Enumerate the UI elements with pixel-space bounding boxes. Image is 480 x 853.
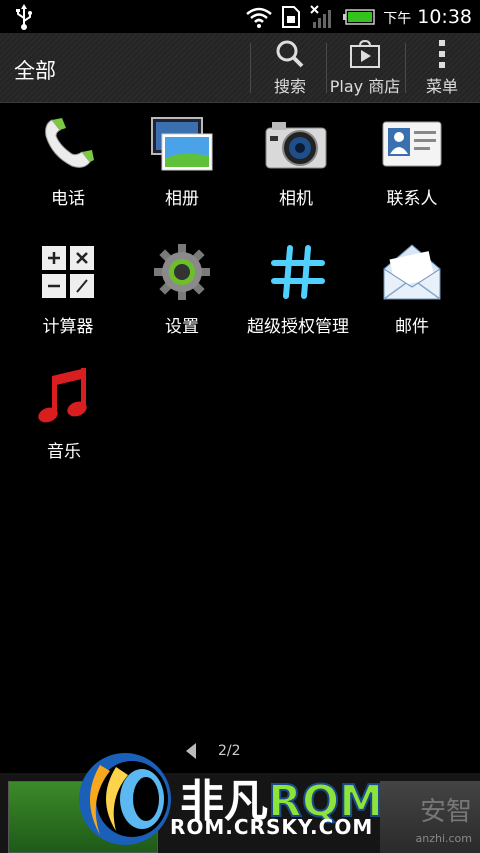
watermark: 非凡RQM ROM.CRSKY.COM xyxy=(70,745,420,853)
gallery-icon xyxy=(150,112,214,176)
search-icon xyxy=(276,40,304,68)
watermark-logo-icon xyxy=(79,753,171,845)
usb-icon xyxy=(16,4,32,30)
phone-icon xyxy=(36,112,100,176)
app-label: 相机 xyxy=(279,189,313,209)
app-music[interactable]: 音乐 xyxy=(4,365,124,475)
mail-icon xyxy=(380,240,444,304)
app-label: 电话 xyxy=(51,189,85,209)
app-gallery[interactable]: 相册 xyxy=(122,112,242,222)
app-label: 计算器 xyxy=(42,317,94,337)
app-phone[interactable]: 电话 xyxy=(8,112,128,222)
divider xyxy=(250,43,251,93)
app-label: 邮件 xyxy=(395,317,429,337)
menu-label: 菜单 xyxy=(425,77,458,96)
app-superuser[interactable]: 超级授权管理 xyxy=(238,240,358,350)
battery-icon xyxy=(343,8,375,25)
music-icon xyxy=(32,365,96,429)
app-label: 设置 xyxy=(165,317,199,337)
app-contacts[interactable]: 联系人 xyxy=(352,112,472,222)
search-label: 搜索 xyxy=(273,77,306,96)
watermark-right-small: anzhi.com xyxy=(415,832,472,845)
app-label: 相册 xyxy=(165,189,199,209)
clock: 下午 10:38 xyxy=(383,5,472,28)
overflow-menu-icon xyxy=(439,40,445,68)
superuser-icon xyxy=(266,240,330,304)
camera-icon xyxy=(264,112,328,176)
app-label: 音乐 xyxy=(47,442,81,462)
app-calculator[interactable]: 计算器 xyxy=(8,240,128,350)
app-label: 超级授权管理 xyxy=(247,317,349,337)
calculator-icon xyxy=(36,240,100,304)
sim-icon xyxy=(282,5,301,28)
play-store-label: Play 商店 xyxy=(329,77,401,96)
divider xyxy=(405,43,406,93)
app-label: 联系人 xyxy=(386,189,438,209)
app-settings[interactable]: 设置 xyxy=(122,240,242,350)
watermark-right-text: 安智 xyxy=(419,797,472,827)
contacts-icon xyxy=(380,112,444,176)
menu-button[interactable]: 菜单 xyxy=(412,33,472,103)
signal-icon xyxy=(310,4,332,28)
search-button[interactable]: 搜索 xyxy=(262,33,318,103)
app-mail[interactable]: 邮件 xyxy=(352,240,472,350)
play-store-icon xyxy=(350,39,380,68)
settings-icon xyxy=(150,240,214,304)
app-camera[interactable]: 相机 xyxy=(236,112,356,222)
play-store-button[interactable]: Play 商店 xyxy=(328,33,402,103)
wifi-icon xyxy=(246,7,273,28)
divider xyxy=(326,43,327,93)
action-bar: 全部 搜索 Play 商店 菜单 xyxy=(0,33,480,103)
status-bar: 下午 10:38 xyxy=(0,0,480,33)
watermark-url: ROM.CRSKY.COM xyxy=(170,815,374,839)
page-title: 全部 xyxy=(14,59,56,83)
